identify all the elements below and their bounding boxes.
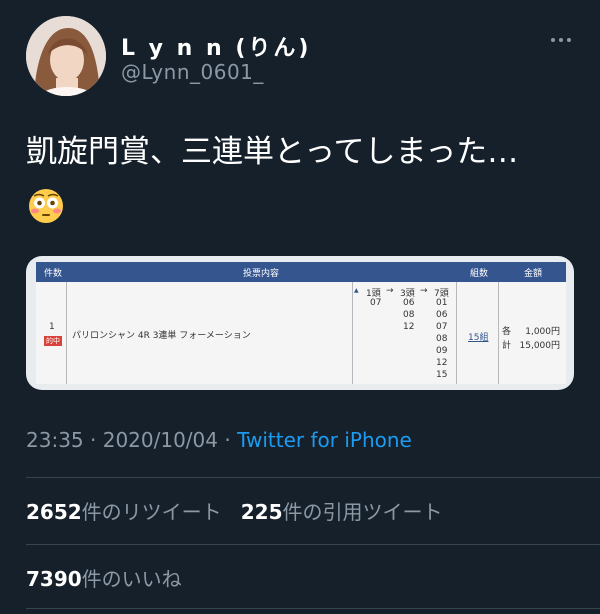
quote-count: 225 [240,500,283,524]
retweet-label: 件のリツイート [81,500,222,524]
position2-horse: 06 [403,298,415,308]
position3-horse: 07 [436,322,448,332]
avatar-photo [26,16,106,96]
divider [26,608,600,609]
position3-horse: 15 [436,370,448,380]
meta-separator: · [224,428,231,452]
arrow-icon: → [386,286,394,296]
betting-slip: 件数 投票内容 組数 金額 1 的中 パリロンシャン 4R 3連単 フォーメーシ… [36,262,566,384]
position3-horse: 08 [436,334,448,344]
tweet-meta: 23:35 · 2020/10/04 · Twitter for iPhone [26,428,412,452]
combo-count-link: 15組 [468,333,489,343]
retweets-stat[interactable]: 2652件のリツイート [26,500,222,524]
tweet-source-link[interactable]: Twitter for iPhone [237,428,412,452]
author-handle[interactable]: @Lynn_0601_ [121,60,264,84]
arrow-icon: → [420,286,428,296]
race-description: パリロンシャン 4R 3連単 フォーメーション [72,331,251,341]
tweet-time[interactable]: 23:35 [26,428,84,452]
each-amount: 1,000円 [525,327,560,337]
position2-horse: 12 [403,322,415,332]
position3-horse: 09 [436,346,448,356]
divider [26,544,600,545]
divider [26,477,600,478]
attached-image[interactable]: 件数 投票内容 組数 金額 1 的中 パリロンシャン 4R 3連単 フォーメーシ… [26,256,574,390]
position3-horse: 01 [436,298,448,308]
total-amount: 15,000円 [519,341,561,351]
meta-separator: · [90,428,97,452]
quote-label: 件の引用ツイート [282,500,443,524]
retweet-count: 2652 [26,500,82,524]
flushed-face-emoji-icon [29,189,63,223]
header-count: 件数 [44,269,63,279]
triangle-icon: ▲ [354,287,359,294]
like-label: 件のいいね [81,567,182,591]
position1-horse: 07 [370,298,382,308]
tweet-date[interactable]: 2020/10/04 [103,428,218,452]
quotes-stat[interactable]: 225件の引用ツイート [241,500,443,524]
each-label: 各 [502,327,512,337]
slip-header: 件数 投票内容 組数 金額 [36,262,566,282]
slip-divider [66,282,67,384]
header-content: 投票内容 [243,269,280,279]
position2-horse: 08 [403,310,415,320]
position3-horse: 12 [436,358,448,368]
tweet-text: 凱旋門賞、三連単とってしまった… [26,134,519,170]
slip-divider [498,282,499,384]
header-amount: 金額 [524,269,543,279]
header-combos: 組数 [470,269,489,279]
hit-badge: 的中 [44,336,62,346]
likes-stat[interactable]: 7390件のいいね [26,563,182,592]
avatar[interactable] [26,16,106,96]
position3-horse: 06 [436,310,448,320]
row-number: 1 [49,322,55,332]
slip-divider [352,282,353,384]
total-label: 計 [502,341,512,351]
more-options-icon[interactable] [546,32,576,48]
slip-divider [456,282,457,384]
author-name[interactable]: L y n n (りん) [121,30,311,62]
engagement-row: 2652件のリツイート 225件の引用ツイート [26,496,443,525]
like-count: 7390 [26,567,82,591]
